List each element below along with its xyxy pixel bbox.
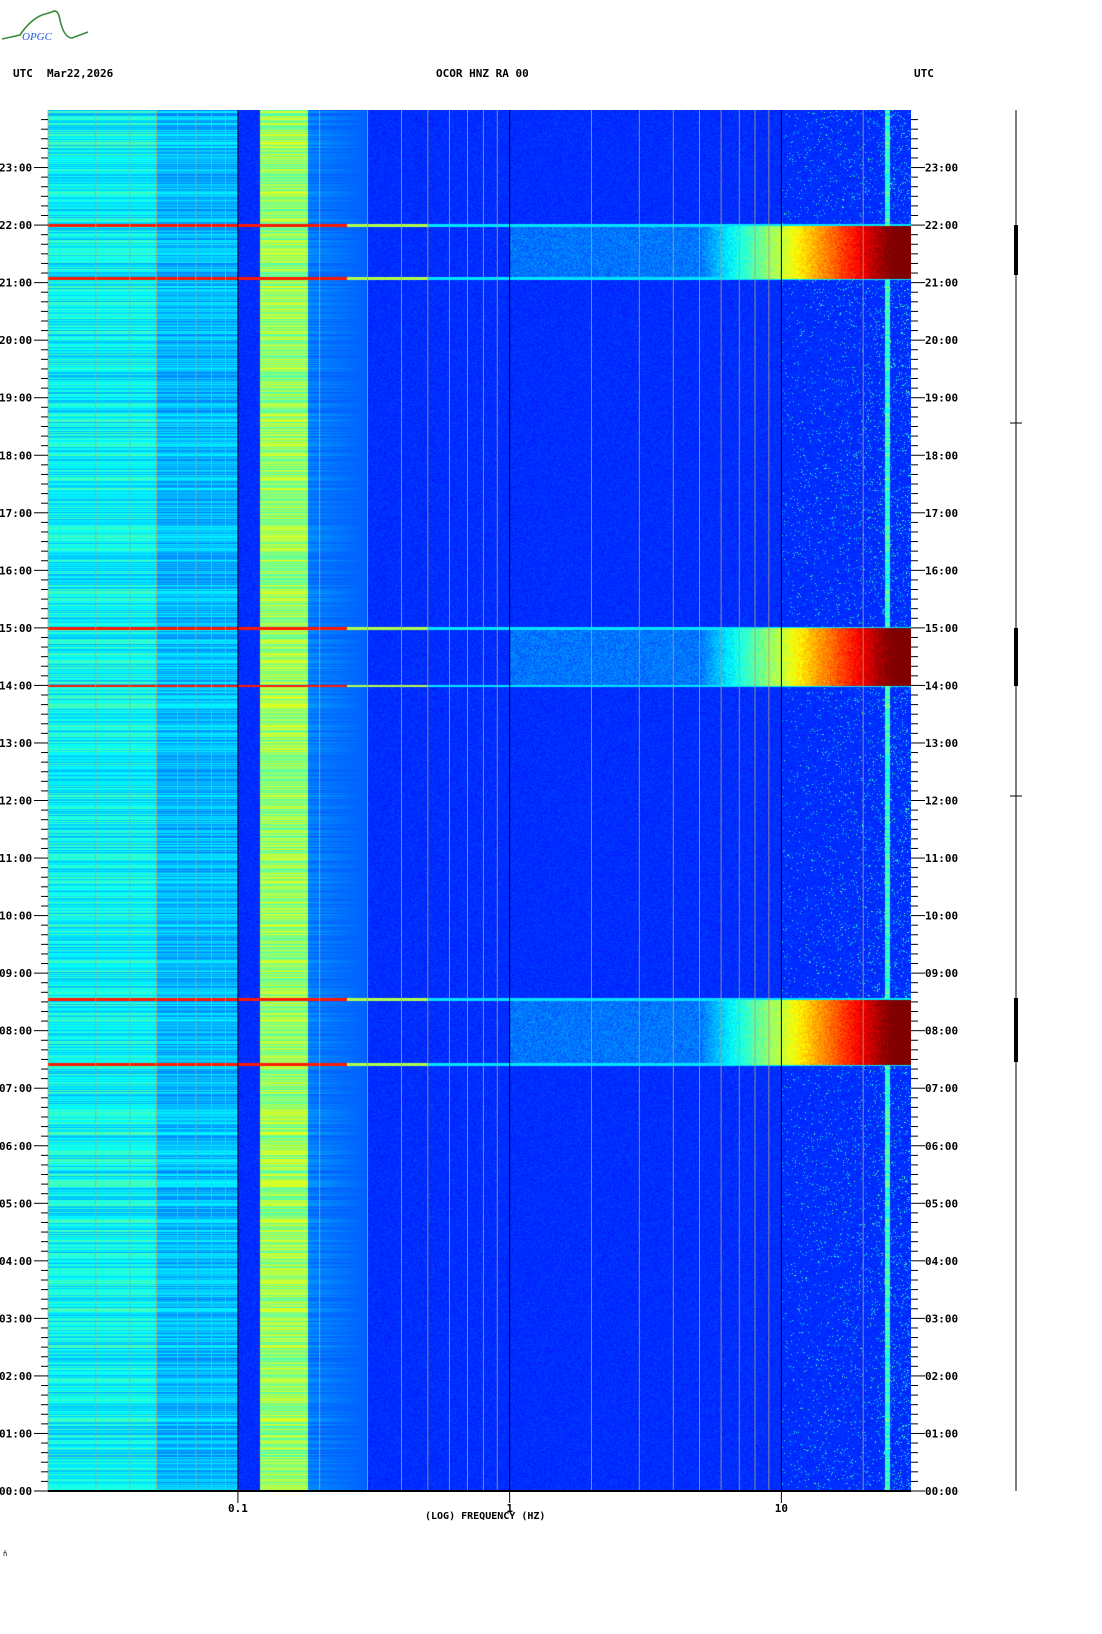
- y-tick-label-right: 12:00: [925, 795, 958, 808]
- y-tick-label-right: 04:00: [925, 1255, 958, 1268]
- seismogram-event-burst: [1014, 225, 1018, 275]
- y-tick-label-left: 06:00: [0, 1140, 32, 1153]
- x-axis-label: (LOG) FREQUENCY (HZ): [425, 1511, 546, 1522]
- footer-mark: ñ: [3, 1550, 8, 1558]
- y-tick-label-right: 02:00: [925, 1370, 958, 1383]
- y-tick-label-right: 07:00: [925, 1082, 958, 1095]
- y-tick-label-right: 19:00: [925, 392, 958, 405]
- y-tick-label-left: 13:00: [0, 737, 32, 750]
- y-tick-label-left: 22:00: [0, 219, 32, 232]
- y-tick-label-right: 20:00: [925, 334, 958, 347]
- y-tick-label-right: 00:00: [925, 1485, 958, 1498]
- y-tick-label-right: 17:00: [925, 507, 958, 520]
- x-tick-label: 10: [775, 1502, 788, 1515]
- y-tick-label-right: 13:00: [925, 737, 958, 750]
- y-tick-label-right: 14:00: [925, 679, 958, 692]
- seismogram-event-burst: [1014, 628, 1018, 686]
- y-tick-label-right: 15:00: [925, 622, 958, 635]
- x-tick-label: 0.1: [228, 1502, 248, 1515]
- y-tick-label-right: 01:00: [925, 1427, 958, 1440]
- y-tick-label-left: 11:00: [0, 852, 32, 865]
- y-tick-label-right: 18:00: [925, 449, 958, 462]
- y-tick-label-left: 21:00: [0, 277, 32, 290]
- y-tick-label-left: 05:00: [0, 1197, 32, 1210]
- y-tick-label-left: 18:00: [0, 449, 32, 462]
- y-tick-label-right: 22:00: [925, 219, 958, 232]
- y-tick-label-left: 14:00: [0, 679, 32, 692]
- y-tick-label-left: 02:00: [0, 1370, 32, 1383]
- y-tick-label-left: 01:00: [0, 1427, 32, 1440]
- y-tick-label-left: 00:00: [0, 1485, 32, 1498]
- y-tick-label-right: 11:00: [925, 852, 958, 865]
- y-tick-label-right: 23:00: [925, 162, 958, 175]
- y-tick-label-right: 06:00: [925, 1140, 958, 1153]
- y-tick-label-left: 16:00: [0, 564, 32, 577]
- y-tick-label-right: 21:00: [925, 277, 958, 290]
- y-tick-label-right: 10:00: [925, 910, 958, 923]
- y-tick-label-right: 05:00: [925, 1197, 958, 1210]
- y-tick-label-left: 09:00: [0, 967, 32, 980]
- y-tick-label-left: 23:00: [0, 162, 32, 175]
- y-tick-label-left: 17:00: [0, 507, 32, 520]
- y-tick-label-left: 03:00: [0, 1312, 32, 1325]
- y-tick-label-left: 20:00: [0, 334, 32, 347]
- y-tick-label-right: 03:00: [925, 1312, 958, 1325]
- y-tick-label-left: 15:00: [0, 622, 32, 635]
- y-tick-label-left: 19:00: [0, 392, 32, 405]
- chart-axes: 0.1 1 1000:00 00:0001:00 01:0002:00 02:0003:0…: [0, 110, 1022, 1515]
- y-tick-label-left: 08:00: [0, 1025, 32, 1038]
- seismogram-event-burst: [1014, 998, 1018, 1062]
- y-tick-label-left: 12:00: [0, 795, 32, 808]
- y-tick-label-right: 09:00: [925, 967, 958, 980]
- y-tick-label-left: 07:00: [0, 1082, 32, 1095]
- y-tick-label-left: 10:00: [0, 910, 32, 923]
- y-tick-label-right: 16:00: [925, 564, 958, 577]
- y-tick-label-right: 08:00: [925, 1025, 958, 1038]
- y-tick-label-left: 04:00: [0, 1255, 32, 1268]
